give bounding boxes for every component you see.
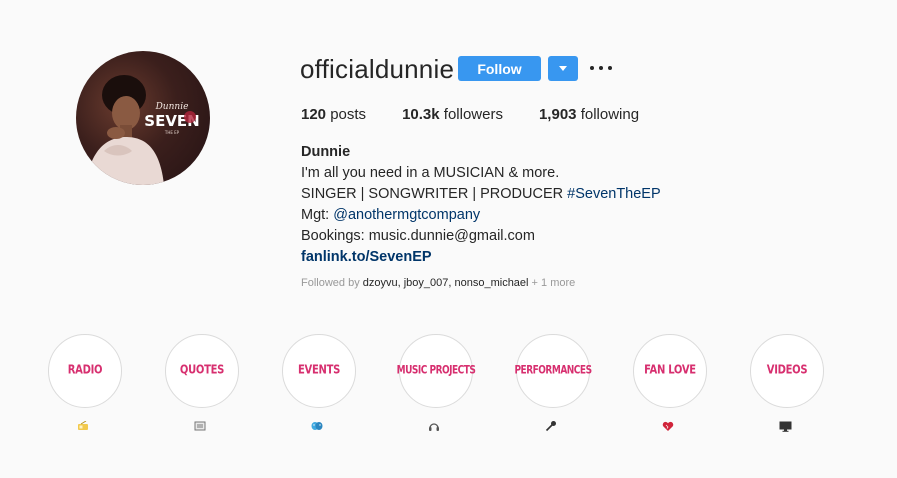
- bio-external-link[interactable]: fanlink.to/SevenEP: [301, 247, 741, 268]
- followed-by[interactable]: Followed by dzoyvu, jboy_007, nonso_mich…: [301, 277, 575, 289]
- more-dot-icon: [590, 66, 594, 70]
- microphone-icon: [544, 420, 558, 432]
- followers-count: 10.3k: [402, 106, 440, 123]
- highlight-label: VIDEOS: [766, 363, 808, 378]
- hashtag-link[interactable]: #SevenTheEP: [567, 186, 661, 202]
- highlight-radio[interactable]: RADIO: [46, 334, 163, 432]
- highlight-cover: FAN LOVE: [633, 334, 707, 408]
- highlight-label: PERFORMANCES: [514, 364, 592, 378]
- avatar-artwork: Dunnie SEVEN THE EP: [86, 75, 200, 185]
- more-dot-icon: [608, 66, 612, 70]
- suggestions-dropdown-button[interactable]: [548, 56, 578, 81]
- highlight-cover: EVENTS: [282, 334, 356, 408]
- highlight-cover: QUOTES: [165, 334, 239, 408]
- followed-by-names: dzoyvu, jboy_007, nonso_michael: [362, 277, 529, 289]
- highlight-music-projects[interactable]: MUSIC PROJECTS: [397, 334, 514, 432]
- following-count: 1,903: [538, 106, 577, 123]
- posts-count: 120: [301, 106, 327, 123]
- highlight-fan-love[interactable]: FAN LOVE: [631, 334, 748, 432]
- avatar-subtitle-text: THE EP: [164, 130, 180, 135]
- highlight-label: FAN LOVE: [644, 363, 696, 378]
- highlight-label: EVENTS: [298, 363, 340, 378]
- followed-by-more: + 1 more: [528, 277, 576, 289]
- mention-link[interactable]: @anothermgtcompany: [333, 207, 480, 223]
- following-label: following: [580, 106, 640, 123]
- highlight-label: RADIO: [67, 363, 103, 378]
- bio-line-1: I'm all you need in a MUSICIAN & more.: [301, 165, 560, 181]
- more-options-button[interactable]: [590, 58, 612, 78]
- bio-line-4: Bookings: music.dunnie@gmail.com: [301, 228, 535, 244]
- highlight-label: MUSIC PROJECTS: [396, 364, 476, 378]
- profile-avatar[interactable]: Dunnie SEVEN THE EP: [76, 51, 210, 185]
- tv-icon: [778, 420, 792, 432]
- bio-line-3: Mgt: @anothermgtcompany: [301, 205, 741, 226]
- newspaper-icon: [193, 420, 207, 432]
- profile-page: Dunnie SEVEN THE EP officialdunnie Follo…: [0, 0, 897, 478]
- headphones-icon: [427, 420, 441, 432]
- profile-bio: Dunnie I'm all you need in a MUSICIAN & …: [301, 142, 741, 268]
- follow-button[interactable]: Follow: [458, 56, 541, 81]
- theater-masks-icon: [310, 420, 324, 432]
- story-highlights: RADIO QUOTES EVENTS MUSIC PROJECTS PERFO…: [46, 334, 865, 432]
- bio-line-3-text: Mgt:: [301, 207, 334, 223]
- posts-stat: 120 posts: [301, 106, 366, 124]
- highlight-videos[interactable]: VIDEOS: [748, 334, 865, 432]
- profile-stats: 120 posts 10.3k followers 1,903 followin…: [301, 106, 675, 124]
- highlight-cover: PERFORMANCES: [514, 334, 592, 408]
- highlight-cover: MUSIC PROJECTS: [396, 334, 476, 408]
- followed-by-prefix: Followed by: [301, 277, 363, 289]
- heart-icon: [661, 420, 675, 432]
- bio-line-2-text: SINGER | SONGWRITER | PRODUCER: [301, 186, 568, 202]
- highlight-quotes[interactable]: QUOTES: [163, 334, 280, 432]
- chevron-down-icon: [559, 66, 567, 71]
- highlight-events[interactable]: EVENTS: [280, 334, 397, 432]
- highlight-label: QUOTES: [179, 363, 225, 378]
- highlight-cover: VIDEOS: [750, 334, 824, 408]
- followers-label: followers: [443, 106, 503, 123]
- posts-label: posts: [330, 106, 367, 123]
- profile-username: officialdunnie: [300, 54, 455, 84]
- highlight-performances[interactable]: PERFORMANCES: [514, 334, 631, 432]
- following-stat[interactable]: 1,903 following: [539, 106, 639, 124]
- highlight-cover: RADIO: [48, 334, 122, 408]
- bio-name: Dunnie: [301, 144, 351, 160]
- more-dot-icon: [599, 66, 603, 70]
- avatar-artist-text: Dunnie: [155, 102, 189, 112]
- radio-icon: [76, 420, 90, 432]
- followers-stat[interactable]: 10.3k followers: [402, 106, 503, 124]
- bio-line-2: SINGER | SONGWRITER | PRODUCER #SevenThe…: [301, 184, 741, 205]
